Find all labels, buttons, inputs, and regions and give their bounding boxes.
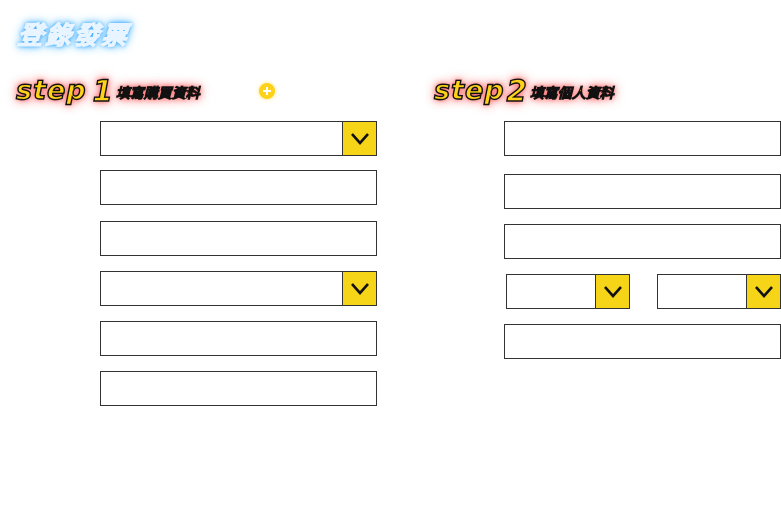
step-2-word: step: [433, 75, 505, 106]
purchase-select-1-input[interactable]: [101, 122, 376, 155]
purchase-select-1-button[interactable]: [342, 122, 376, 155]
step-1-heading: step 1 填寫購買資料: [15, 72, 200, 108]
step-2-heading: step 2 填寫個人資料: [433, 72, 614, 108]
step-1-subtitle: 填寫購買資料: [115, 86, 200, 103]
personal-select-4[interactable]: [506, 274, 630, 309]
personal-field-2-input[interactable]: [505, 175, 780, 208]
chevron-down-icon: [754, 285, 773, 298]
purchase-select-1[interactable]: [100, 121, 377, 156]
purchase-select-4-button[interactable]: [342, 272, 376, 305]
personal-field-1[interactable]: [504, 121, 781, 156]
purchase-field-2[interactable]: [100, 170, 377, 205]
purchase-field-5[interactable]: [100, 321, 377, 356]
personal-select-5-button[interactable]: [746, 275, 780, 308]
personal-field-3[interactable]: [504, 224, 781, 259]
purchase-field-3-input[interactable]: [101, 222, 376, 255]
page-title: 登錄發票: [16, 20, 132, 50]
personal-field-2[interactable]: [504, 174, 781, 209]
personal-field-6[interactable]: [504, 324, 781, 359]
step-2-subtitle: 填寫個人資料: [529, 86, 614, 103]
chevron-down-icon: [350, 282, 369, 295]
purchase-field-6[interactable]: [100, 371, 377, 406]
purchase-field-2-input[interactable]: [101, 171, 376, 204]
purchase-select-4[interactable]: [100, 271, 377, 306]
chevron-down-icon: [350, 132, 369, 145]
personal-field-3-input[interactable]: [505, 225, 780, 258]
purchase-select-4-input[interactable]: [101, 272, 376, 305]
personal-select-4-button[interactable]: [595, 275, 629, 308]
plus-circle-icon[interactable]: [259, 83, 275, 99]
step-1-word: step: [15, 75, 87, 106]
step-1-number: 1: [92, 74, 114, 108]
chevron-down-icon: [603, 285, 622, 298]
personal-field-1-input[interactable]: [505, 122, 780, 155]
purchase-field-3[interactable]: [100, 221, 377, 256]
purchase-field-6-input[interactable]: [101, 372, 376, 405]
personal-select-5[interactable]: [657, 274, 781, 309]
personal-field-6-input[interactable]: [505, 325, 780, 358]
purchase-field-5-input[interactable]: [101, 322, 376, 355]
step-2-number: 2: [506, 74, 528, 108]
